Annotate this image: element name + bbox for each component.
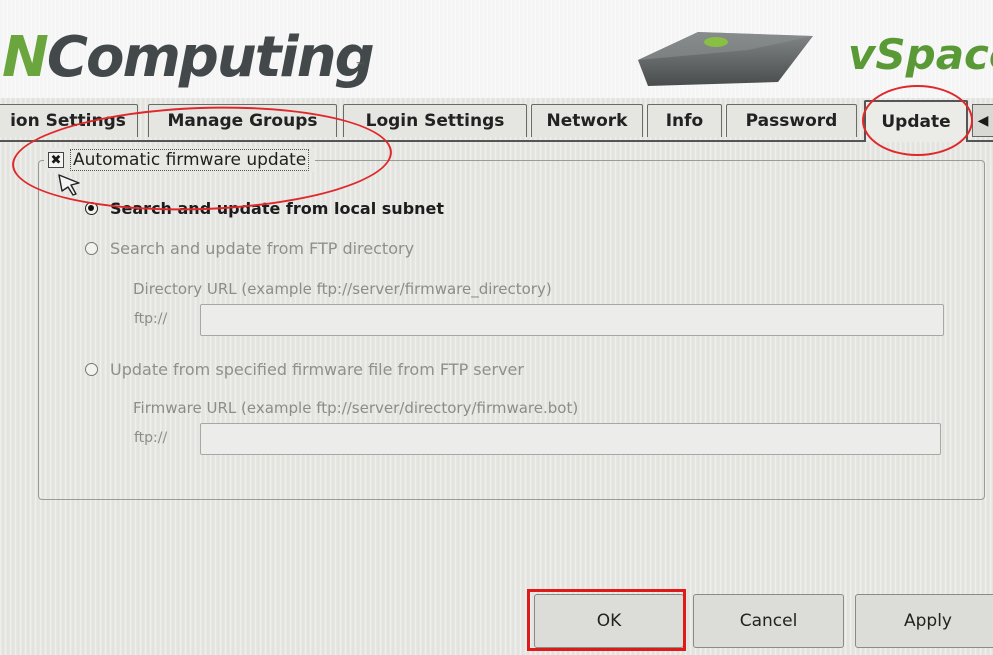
mouse-cursor-icon [58, 174, 80, 196]
triangle-left-icon: ◀ [977, 112, 989, 129]
option-ftp-file[interactable]: Update from specified firmware file from… [85, 360, 524, 379]
option-ftp-directory[interactable]: Search and update from FTP directory [85, 239, 414, 258]
app-header: NComputing ™ vSpace™ [0, 0, 993, 98]
radio-ftp-directory[interactable] [85, 242, 98, 255]
update-tab-highlight-annotation [862, 85, 973, 156]
vspace-logo: vSpace™ [848, 30, 993, 79]
directory-url-hint: Directory URL (example ftp://server/firm… [133, 280, 552, 298]
firmware-url-field[interactable] [200, 423, 941, 455]
ok-highlight-annotation [527, 589, 686, 651]
option-ftp-file-label: Update from specified firmware file from… [110, 360, 524, 379]
ncomputing-logo: NComputing [2, 25, 375, 90]
firmware-url-hint: Firmware URL (example ftp://server/direc… [133, 399, 579, 417]
directory-ftp-prefix: ftp:// [134, 311, 168, 327]
radio-ftp-file[interactable] [85, 363, 98, 376]
firmware-ftp-prefix: ftp:// [134, 430, 168, 446]
tab-network[interactable]: Network [531, 104, 643, 137]
vspace-device-image [638, 32, 813, 86]
tab-info[interactable]: Info [647, 104, 722, 137]
cancel-button[interactable]: Cancel [693, 594, 844, 648]
directory-url-field[interactable] [200, 304, 944, 336]
logo-trademark: ™ [355, 60, 367, 74]
tab-password[interactable]: Password [726, 104, 857, 137]
apply-button[interactable]: Apply [855, 594, 993, 648]
option-ftp-directory-label: Search and update from FTP directory [110, 239, 415, 258]
tab-scroll-left-button[interactable]: ◀ [972, 104, 993, 137]
